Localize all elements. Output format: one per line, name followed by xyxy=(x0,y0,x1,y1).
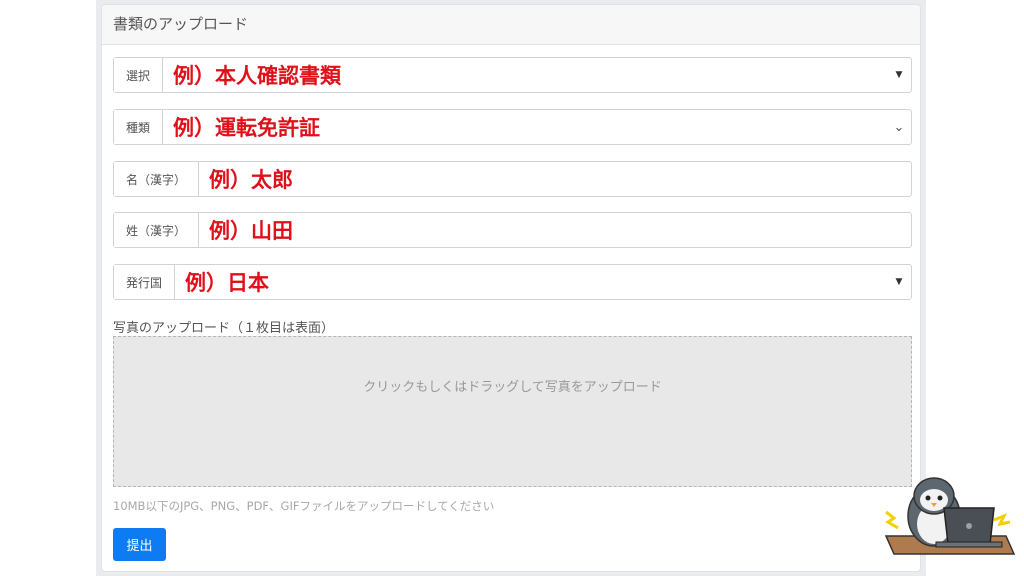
photo-dropzone[interactable]: クリックもしくはドラッグして写真をアップロード xyxy=(113,336,912,487)
country-label: 発行国 xyxy=(114,265,176,299)
dropzone-text: クリックもしくはドラッグして写真をアップロード xyxy=(363,380,662,395)
last-name-field[interactable]: 姓（漢字） 例）山田 xyxy=(113,212,912,248)
select-label: 選択 xyxy=(114,58,164,92)
caret-down-icon: ▼ xyxy=(895,70,903,80)
country-value: 例）日本 xyxy=(185,271,270,295)
select-document-dropdown[interactable]: 選択 例）本人確認書類 ▼ xyxy=(113,57,912,93)
first-name-label: 名（漢字） xyxy=(114,162,200,196)
chevron-down-icon: ⌄ xyxy=(893,119,905,135)
caret-down-icon: ▼ xyxy=(895,277,903,287)
card-title: 書類のアップロード xyxy=(102,5,920,45)
first-name-field[interactable]: 名（漢字） 例）太郎 xyxy=(113,161,912,197)
upload-card: 書類のアップロード 選択 例）本人確認書類 ▼ 種類 例）運転免許証 ⌄ 名（漢… xyxy=(101,4,921,572)
issuing-country-dropdown[interactable]: 発行国 例）日本 ▼ xyxy=(113,264,912,300)
last-name-label: 姓（漢字） xyxy=(114,213,200,247)
document-type-select[interactable]: 種類 例）運転免許証 ⌄ xyxy=(113,109,912,145)
last-name-value: 例）山田 xyxy=(209,219,294,243)
submit-button[interactable]: 提出 xyxy=(113,528,166,561)
type-label: 種類 xyxy=(114,110,164,144)
type-value: 例）運転免許証 xyxy=(173,116,321,140)
upload-help-text: 10MB以下のJPG、PNG、PDF、GIFファイルをアップロードしてください xyxy=(113,499,495,513)
first-name-value: 例）太郎 xyxy=(209,168,294,192)
photo-upload-label: 写真のアップロード（１枚目は表面） xyxy=(113,321,335,336)
penguin-mascot xyxy=(884,477,1016,555)
select-value: 例）本人確認書類 xyxy=(173,64,342,88)
